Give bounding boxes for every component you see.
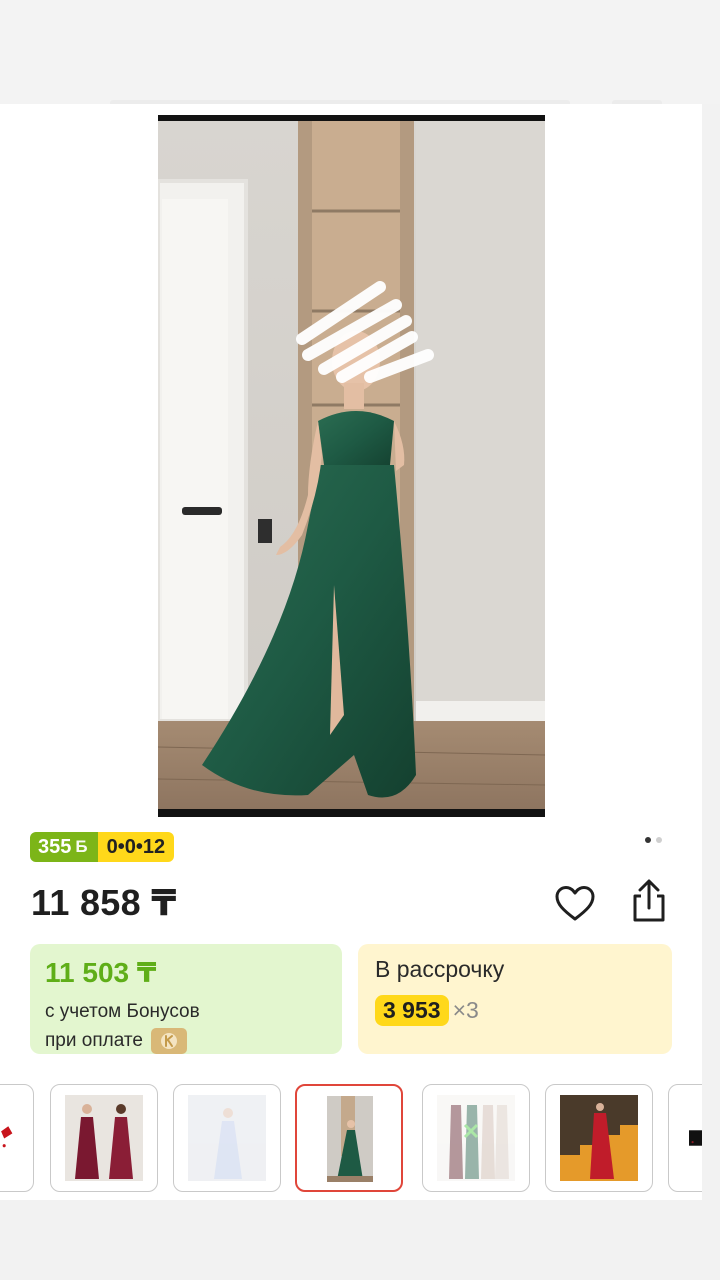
- bonus-points: 355: [38, 836, 72, 858]
- bonus-price-box[interactable]: 11 503 ₸ с учетом Бонусов при оплате: [30, 944, 342, 1054]
- installment-label: В рассрочку: [375, 956, 505, 982]
- installment-amount: 3 953: [375, 995, 449, 1026]
- bonus-line-2: при оплате: [45, 1030, 143, 1051]
- bonus-symbol: Б: [75, 837, 88, 856]
- installment-badge: 0•0•12: [97, 832, 175, 862]
- thumbnail[interactable]: [545, 1084, 653, 1192]
- thumb-image: [437, 1095, 515, 1181]
- share-button[interactable]: [627, 878, 671, 924]
- bonus-badge: 355 Б: [30, 832, 98, 862]
- thumb-image: [1, 1126, 13, 1148]
- thumbnail[interactable]: [0, 1084, 34, 1192]
- top-bar-strip: [0, 0, 720, 106]
- share-icon: [633, 879, 665, 922]
- thumbnail[interactable]: [668, 1084, 702, 1192]
- bonus-line-1: с учетом Бонусов: [45, 1001, 200, 1022]
- thumb-image: [65, 1095, 143, 1181]
- pagination-dot-active: [645, 837, 651, 843]
- heart-icon: [555, 886, 595, 921]
- product-main-image[interactable]: [158, 115, 545, 817]
- bonus-price: 11 503 ₸: [45, 957, 157, 988]
- bottom-area: [0, 1200, 720, 1280]
- installment-box[interactable]: В рассрочку 3 953 ×3: [358, 944, 672, 1054]
- product-card: 355 Б 0•0•12 11 858 ₸ 11 503 ₸ с учетом …: [0, 104, 702, 1200]
- pagination-dot: [656, 837, 662, 843]
- thumbnail[interactable]: [50, 1084, 158, 1192]
- thumbnail[interactable]: [422, 1084, 530, 1192]
- thumb-image: [560, 1095, 638, 1181]
- thumbnail-strip[interactable]: [0, 1084, 702, 1194]
- installment-multiplier: ×3: [452, 997, 479, 1023]
- right-edge: [702, 104, 720, 1200]
- thumb-image: [689, 1130, 702, 1146]
- gallery-pagination-dots: [645, 837, 662, 843]
- favorite-button[interactable]: [553, 882, 597, 926]
- product-price: 11 858 ₸: [31, 882, 177, 923]
- thumb-image: [188, 1095, 266, 1181]
- kaspi-icon: [150, 1027, 187, 1054]
- dress-photo-illustration: [158, 121, 545, 809]
- thumbnail[interactable]: [173, 1084, 281, 1192]
- promo-badges: 355 Б 0•0•12: [30, 832, 175, 862]
- thumb-image: [327, 1096, 373, 1182]
- thumbnail-selected[interactable]: [295, 1084, 403, 1192]
